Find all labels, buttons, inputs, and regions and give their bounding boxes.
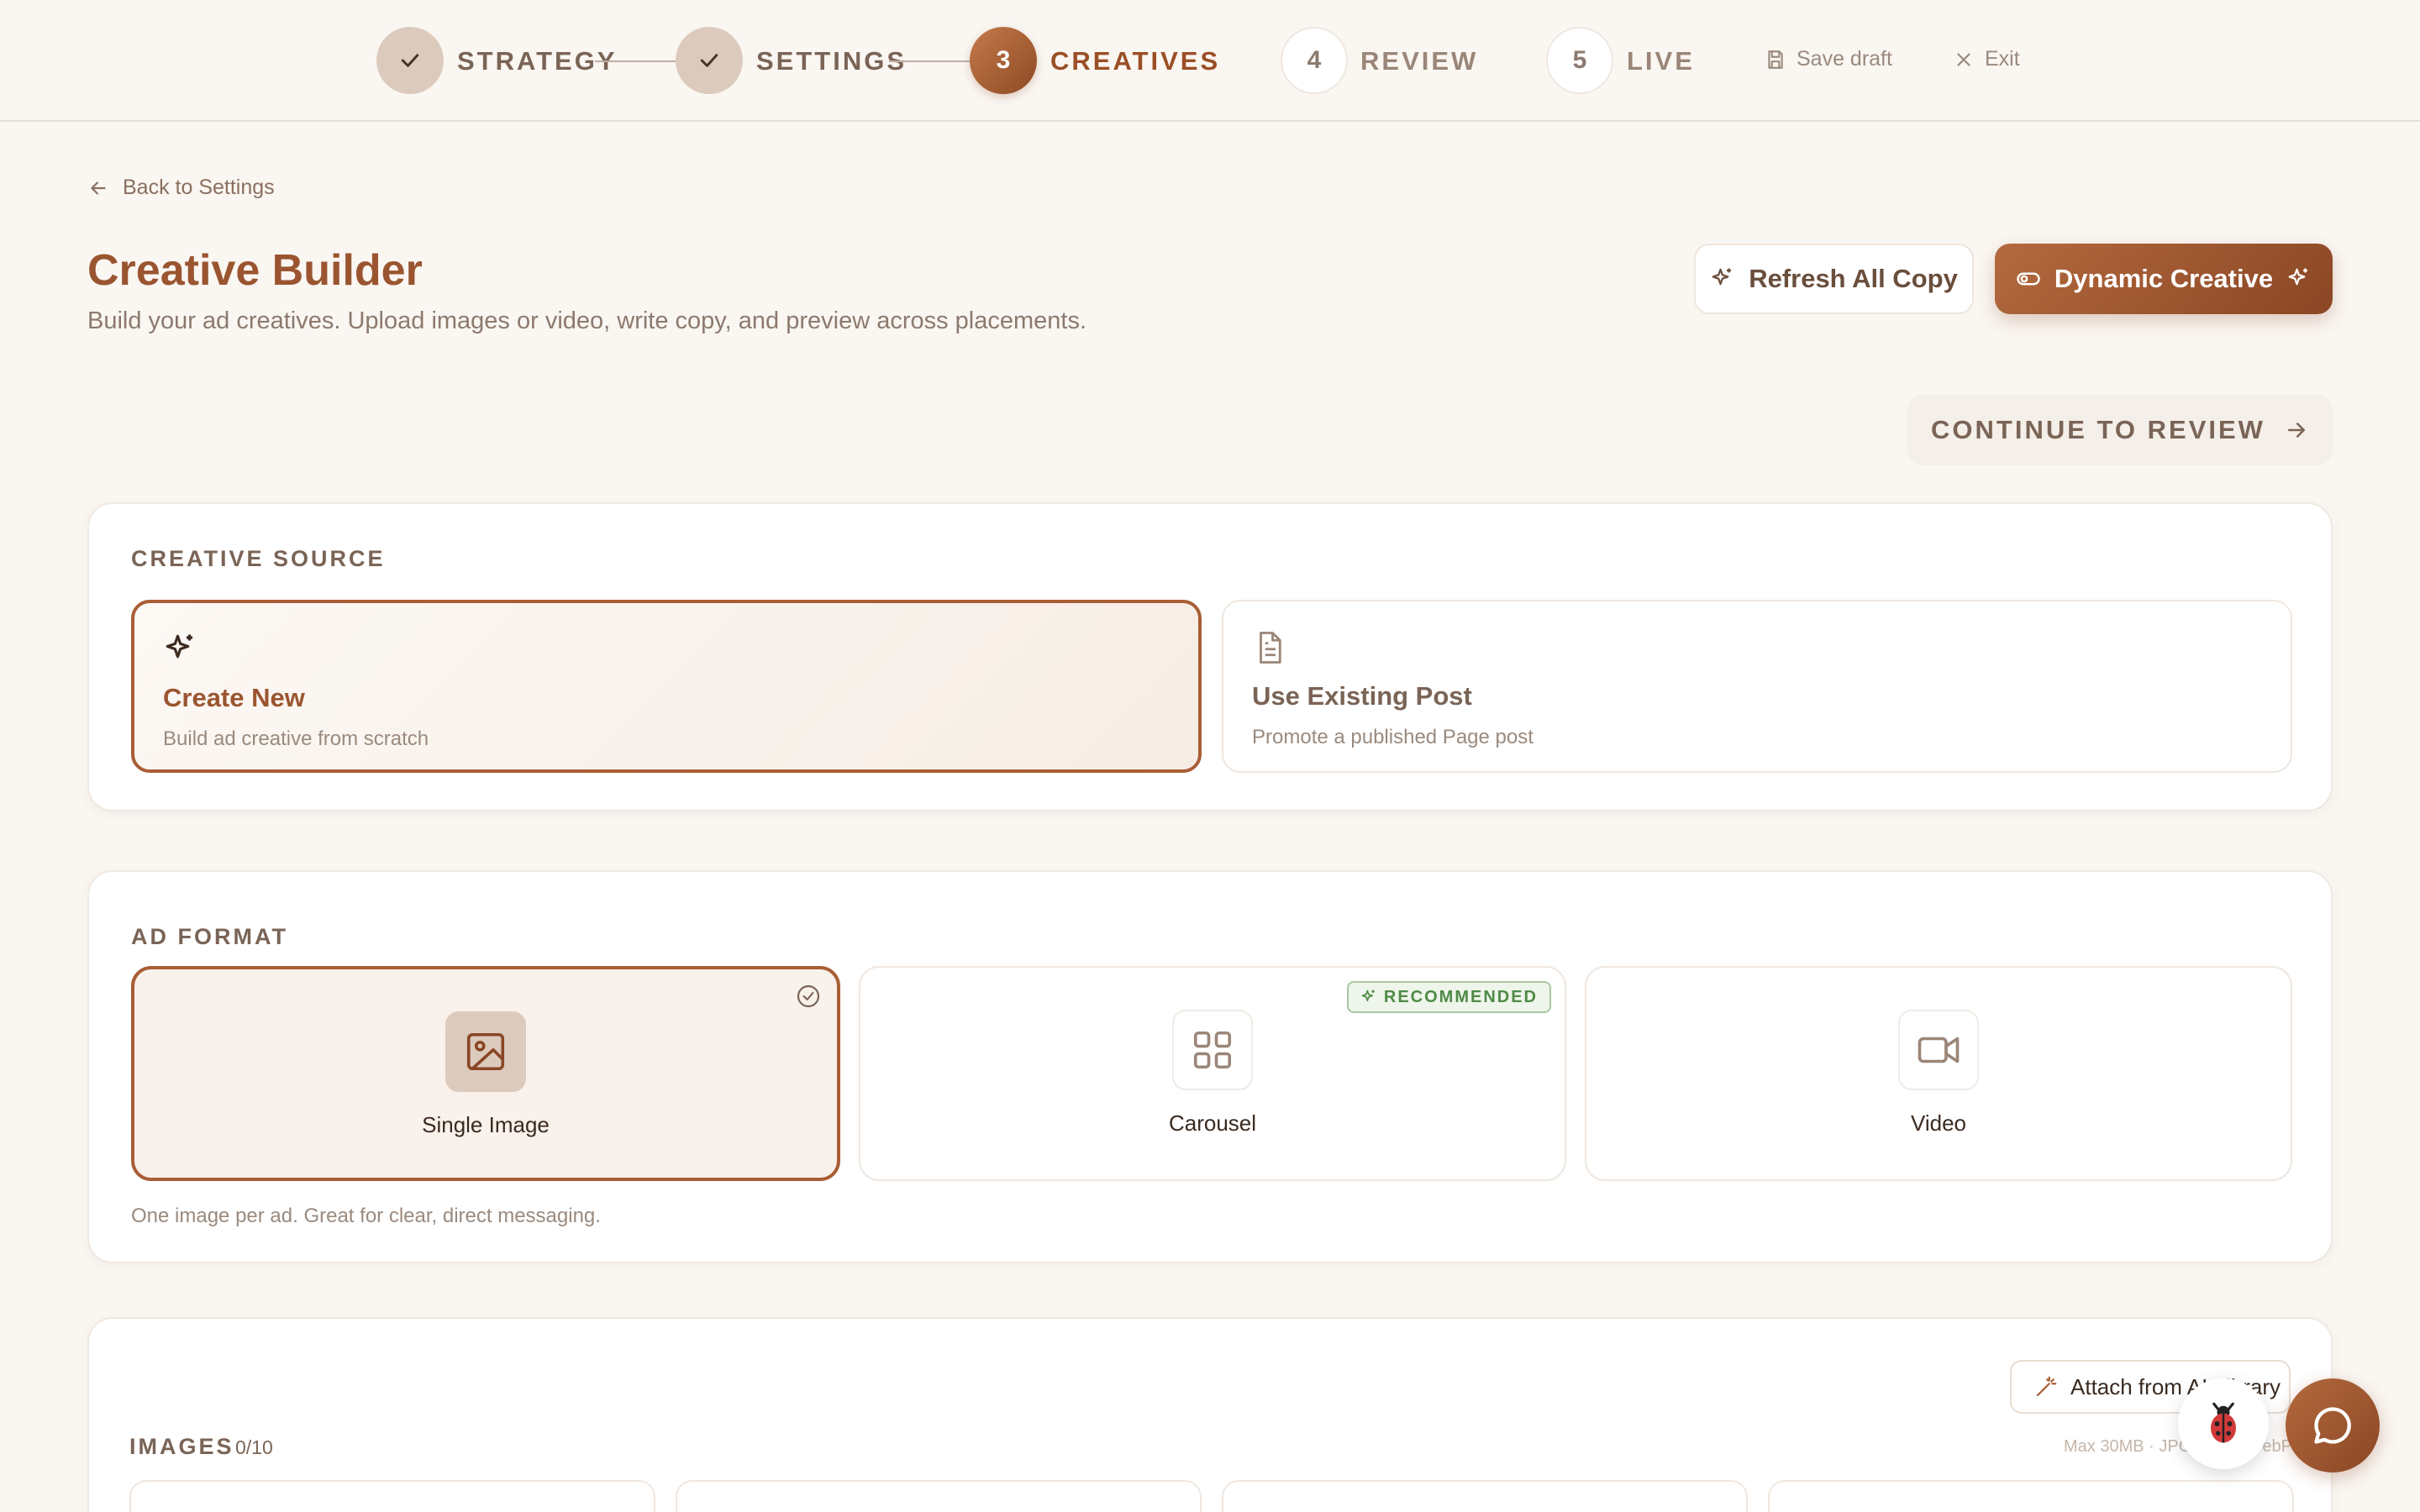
- step-creatives-label[interactable]: CREATIVES: [1050, 46, 1220, 76]
- check-icon: [700, 54, 718, 67]
- image-slot[interactable]: [1222, 1480, 1748, 1512]
- sparkles-icon: [2288, 268, 2308, 286]
- step-review-indicator[interactable]: 4: [1281, 27, 1348, 94]
- step-number: 5: [1572, 46, 1587, 74]
- grid-icon-box: [1172, 1010, 1253, 1090]
- format-video[interactable]: Video: [1585, 966, 2292, 1181]
- wizard-stepper: STRATEGY SETTINGS 3 CREATIVES 4 REVIEW 5…: [0, 0, 2420, 122]
- step-connector: [595, 60, 676, 62]
- step-connector: [889, 60, 970, 62]
- back-to-settings-link[interactable]: Back to Settings: [87, 176, 275, 200]
- step-settings-label[interactable]: SETTINGS: [756, 46, 907, 76]
- badge-label: RECOMMENDED: [1383, 987, 1538, 1006]
- document-icon: [1260, 632, 1281, 664]
- page-title: Creative Builder: [87, 246, 423, 295]
- image-slot[interactable]: [1768, 1480, 2294, 1512]
- video-icon: [1918, 1037, 1960, 1063]
- bug-report-button[interactable]: [2178, 1378, 2269, 1469]
- check-icon: [401, 54, 419, 67]
- toggle-icon: [2017, 272, 2040, 286]
- images-title: IMAGES: [129, 1434, 234, 1459]
- step-live-label[interactable]: LIVE: [1627, 46, 1695, 76]
- video-icon-box: [1898, 1010, 1979, 1090]
- option-title: Use Existing Post: [1252, 681, 1472, 711]
- step-creatives-indicator[interactable]: 3: [970, 27, 1037, 94]
- exit-button[interactable]: Exit: [1953, 47, 2020, 71]
- step-strategy-label[interactable]: STRATEGY: [457, 46, 618, 76]
- image-slot[interactable]: [129, 1480, 655, 1512]
- creative-source-card: CREATIVE SOURCE Create New Build ad crea…: [87, 502, 2333, 811]
- step-number: 4: [1307, 46, 1322, 74]
- refresh-label: Refresh All Copy: [1749, 264, 1958, 293]
- image-slot[interactable]: [676, 1480, 1202, 1512]
- step-number: 3: [996, 46, 1011, 74]
- recommended-badge: RECOMMENDED: [1346, 981, 1551, 1013]
- save-draft-button[interactable]: Save draft: [1765, 47, 1892, 71]
- sparkles-icon: [1712, 268, 1732, 286]
- grid-icon: [1193, 1031, 1232, 1069]
- sparkles-icon: [166, 634, 192, 659]
- format-label: Video: [1910, 1110, 1967, 1136]
- step-review-label[interactable]: REVIEW: [1360, 46, 1478, 76]
- format-carousel[interactable]: RECOMMENDED Carousel: [859, 966, 1566, 1181]
- page-subtitle: Build your ad creatives. Upload images o…: [87, 307, 1087, 334]
- option-description: Build ad creative from scratch: [163, 727, 429, 750]
- option-description: Promote a published Page post: [1252, 726, 1534, 748]
- format-label: Carousel: [1168, 1110, 1257, 1136]
- chat-bubble-icon: [2314, 1407, 2351, 1444]
- exit-label: Exit: [1985, 47, 2020, 71]
- close-icon: [1957, 52, 1970, 66]
- dynamic-label: Dynamic Creative: [2054, 264, 2274, 293]
- save-icon: [1768, 50, 1783, 69]
- creative-source-title: CREATIVE SOURCE: [131, 546, 386, 571]
- continue-to-review-button[interactable]: CONTINUE TO REVIEW: [1907, 395, 2333, 465]
- dynamic-creative-toggle[interactable]: Dynamic Creative: [1995, 244, 2333, 314]
- continue-label: CONTINUE TO REVIEW: [1931, 415, 2265, 444]
- save-draft-label: Save draft: [1797, 47, 1892, 71]
- ad-format-card: AD FORMAT Single Image RECOMMENDED Carou…: [87, 870, 2333, 1263]
- ladybug-icon: [2211, 1402, 2236, 1443]
- option-title: Create New: [163, 683, 305, 712]
- arrow-right-icon: [2287, 423, 2305, 438]
- create-new-option[interactable]: Create New Build ad creative from scratc…: [131, 600, 1202, 773]
- back-label: Back to Settings: [123, 176, 275, 199]
- use-existing-post-option[interactable]: Use Existing Post Promote a published Pa…: [1222, 600, 2292, 773]
- format-help-text: One image per ad. Great for clear, direc…: [131, 1205, 601, 1227]
- step-strategy-indicator[interactable]: [376, 27, 444, 94]
- ad-format-title: AD FORMAT: [131, 924, 288, 949]
- format-label: Single Image: [422, 1112, 550, 1137]
- step-live-indicator[interactable]: 5: [1546, 27, 1613, 94]
- refresh-all-copy-button[interactable]: Refresh All Copy: [1694, 244, 1974, 314]
- chat-button[interactable]: [2286, 1378, 2380, 1473]
- sparkles-icon: [1361, 990, 1375, 1001]
- magic-wand-icon: [2036, 1376, 2057, 1397]
- format-single-image[interactable]: Single Image: [131, 966, 840, 1181]
- arrow-left-icon: [91, 181, 106, 195]
- images-count: 0/10: [235, 1436, 273, 1458]
- image-icon: [466, 1032, 505, 1071]
- step-settings-indicator[interactable]: [676, 27, 743, 94]
- check-circle-icon: [797, 984, 820, 1008]
- image-icon-box: [445, 1011, 526, 1092]
